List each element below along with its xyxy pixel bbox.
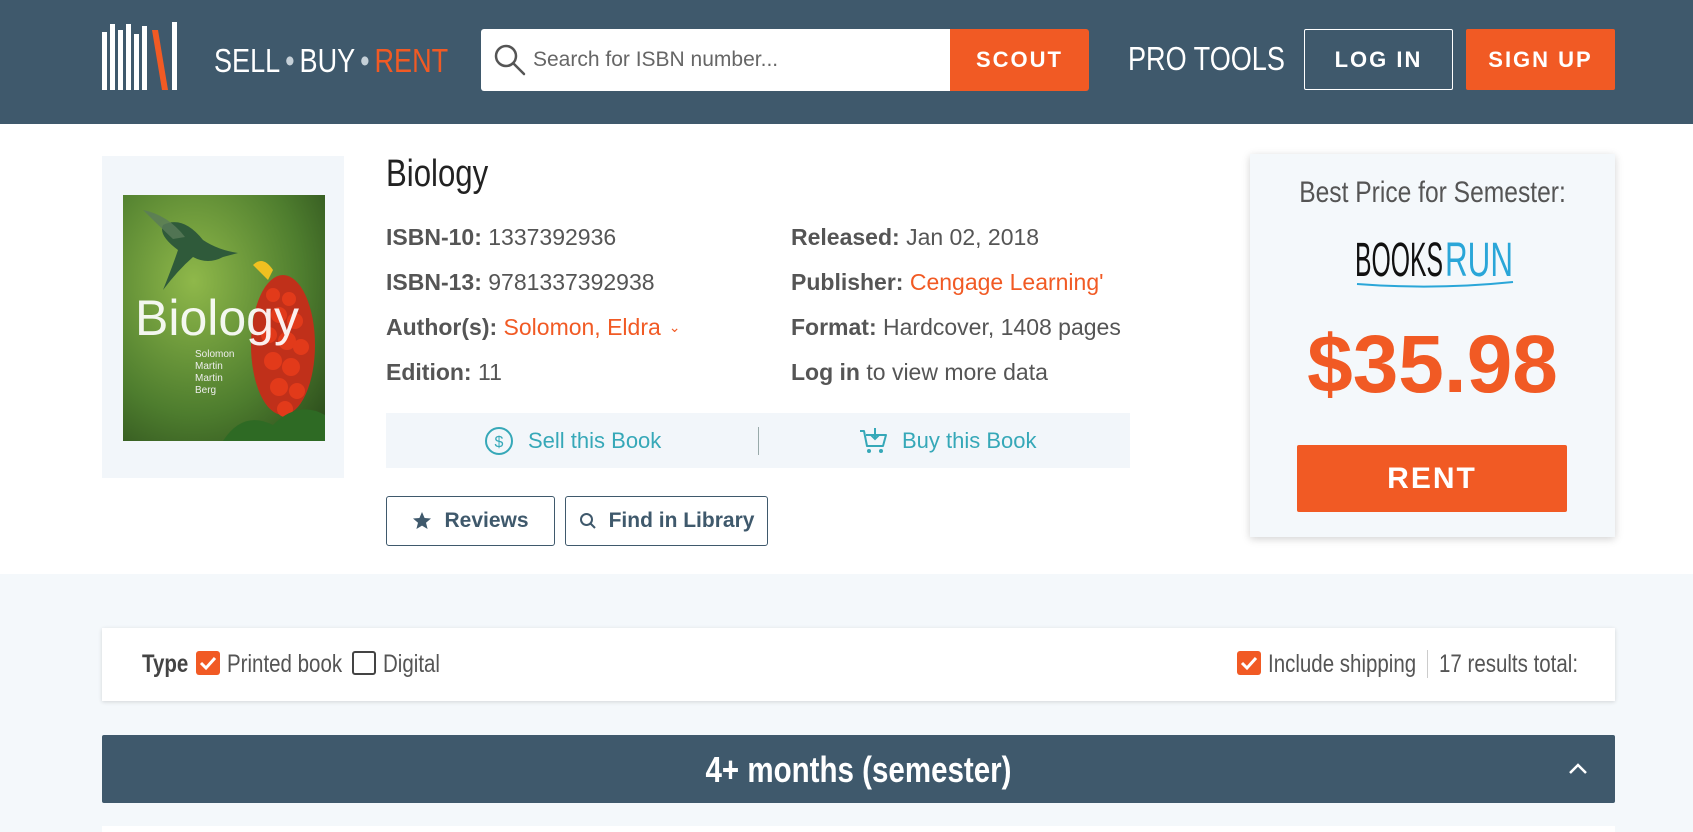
released-value: Jan 02, 2018 [906,224,1040,250]
edition-value: 11 [477,359,502,385]
type-filter-label: Type [142,650,189,678]
publisher-link[interactable]: Cengage Learning' [910,269,1104,295]
isbn10-label: ISBN-10: [386,224,482,250]
book-title: Biology [386,153,489,195]
login-prompt-text: to view more data [866,359,1048,385]
isbn13-label: ISBN-13: [386,269,482,295]
digital-label[interactable]: Digital [383,650,440,679]
cover-author: Martin [195,361,223,372]
find-in-library-button[interactable]: Find in Library [565,496,768,546]
scout-button[interactable]: SCOUT [950,29,1089,91]
format-row: Format: Hardcover, 1408 pages [791,314,1121,341]
semester-title: 4+ months (semester) [705,749,1012,790]
tagline-rent: RENT [374,42,449,79]
results-list-top [102,826,1615,832]
filter-bar: Type Printed book Digital Include shippi… [102,628,1615,701]
tagline-dot: • [285,42,295,79]
reviews-button[interactable]: Reviews [386,496,555,546]
dollar-icon: $ [485,426,513,455]
tagline-dot: • [360,42,370,79]
search-icon [579,512,597,530]
authors-label: Author(s): [386,314,498,340]
semester-section-header[interactable]: 4+ months (semester) [102,735,1615,803]
isbn10-value: 1337392936 [488,224,617,250]
search-input[interactable] [533,29,943,91]
sell-book-button[interactable]: $ Sell this Book [484,413,661,468]
sell-book-label: Sell this Book [528,427,662,453]
book-cover-image: Biology Solomon Martin Martin Berg [123,195,325,441]
reviews-label: Reviews [444,509,529,532]
best-price-value: $35.98 [1307,319,1558,410]
best-price-heading: Best Price for Semester: [1299,176,1566,209]
isbn13-row: ISBN-13: 9781337392938 [386,269,655,296]
results-count: 17 results total: [1439,650,1579,678]
login-button[interactable]: LOG IN [1304,29,1453,90]
format-label: Format: [791,314,877,340]
include-shipping-checkbox[interactable] [1237,651,1261,675]
logo-icon[interactable] [102,22,182,92]
released-label: Released: [791,224,900,250]
cover-author: Berg [195,385,216,396]
chevron-down-icon[interactable]: ⌄ [669,319,681,336]
site-header: SELL•BUY•RENT SCOUT PRO TOOLS LOG IN SIG… [0,0,1693,124]
buy-book-button[interactable]: Buy this Book [858,413,1037,468]
buy-book-label: Buy this Book [902,427,1037,453]
authors-row: Author(s): Solomon, Eldra ⌄ [386,314,681,341]
find-in-library-label: Find in Library [608,509,755,532]
checkmark-icon [199,656,217,671]
search-icon [494,44,526,76]
rent-button[interactable]: RENT [1297,445,1567,512]
login-link[interactable]: Log in [791,359,860,385]
publisher-row: Publisher: Cengage Learning' [791,269,1104,296]
publisher-label: Publisher: [791,269,904,295]
cover-title: Biology [135,290,299,346]
pro-tools-link[interactable]: PRO TOOLS [1128,40,1285,78]
cover-author: Martin [195,373,223,384]
divider [1427,650,1428,678]
isbn10-row: ISBN-10: 1337392936 [386,224,616,251]
search-box [481,29,951,91]
edition-row: Edition: 11 [386,359,502,386]
signup-button[interactable]: SIGN UP [1466,29,1615,90]
chevron-up-icon[interactable] [1566,757,1590,781]
svg-text:$: $ [495,434,504,451]
format-value: Hardcover, 1408 pages [883,314,1121,340]
isbn13-value: 9781337392938 [488,269,655,295]
printed-book-label[interactable]: Printed book [227,650,342,679]
digital-checkbox[interactable] [352,651,376,675]
released-row: Released: Jan 02, 2018 [791,224,1039,251]
author-link[interactable]: Solomon, Eldra [504,314,661,340]
book-action-bar: $ Sell this Book Buy this Book [386,413,1130,468]
cover-author: Solomon [195,349,234,360]
booksrun-logo[interactable]: BOOKS RUN [1355,232,1515,292]
star-icon [412,511,432,531]
cart-icon [860,427,887,453]
tagline-buy: BUY [299,42,356,79]
tagline: SELL • BUY • RENT [214,42,448,80]
checkmark-icon [1240,656,1258,671]
edition-label: Edition: [386,359,472,385]
include-shipping-label[interactable]: Include shipping [1268,650,1416,679]
best-price-card: Best Price for Semester: BOOKS RUN $35.9… [1250,154,1615,537]
svg-text:RUN: RUN [1445,234,1513,287]
login-prompt-row: Log in to view more data [791,359,1048,386]
svg-text:BOOKS: BOOKS [1355,234,1443,287]
divider [758,427,759,455]
printed-book-checkbox[interactable] [196,651,220,675]
tagline-sell: SELL [214,42,281,79]
